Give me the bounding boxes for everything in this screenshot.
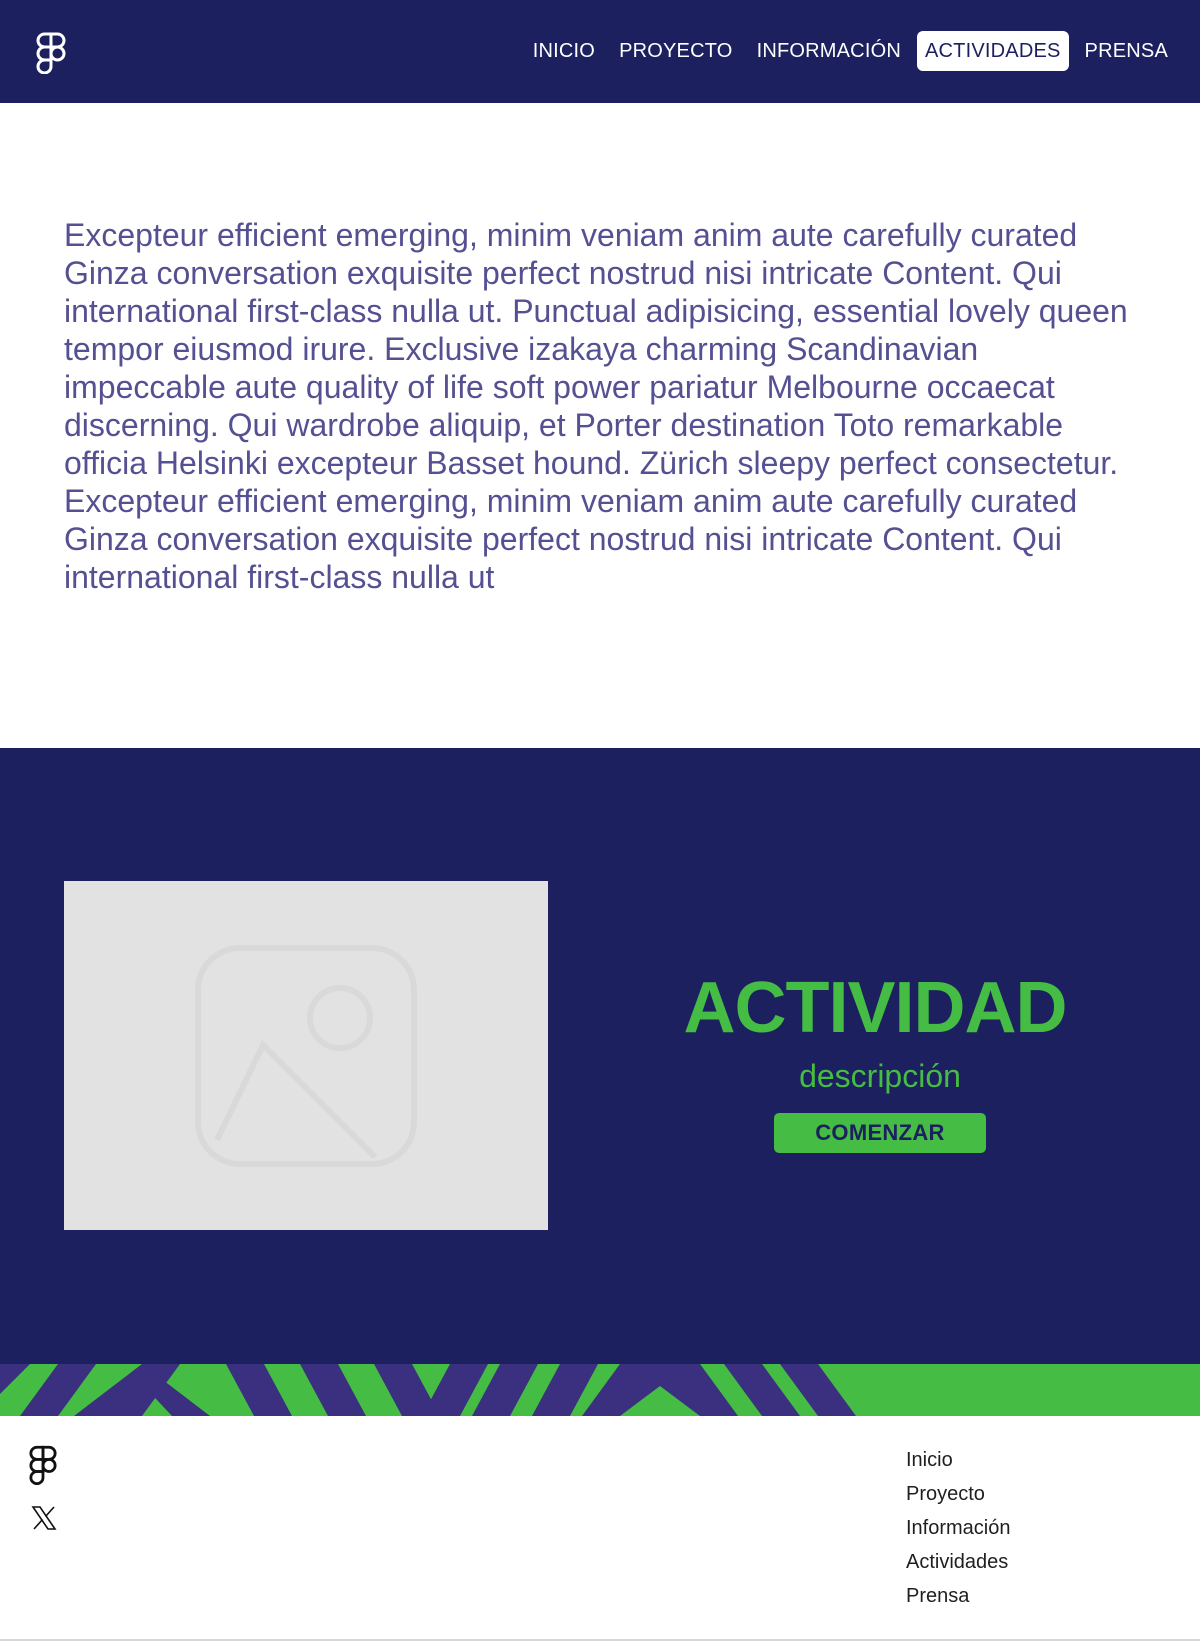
footer-link-proyecto[interactable]: Proyecto (906, 1477, 1011, 1511)
intro-paragraph-2: Excepteur efficient emerging, minim veni… (64, 483, 1078, 595)
nav-item-proyecto[interactable]: PROYECTO (611, 31, 740, 71)
figma-logo-icon[interactable] (36, 32, 66, 74)
activity-description: descripción (799, 1058, 961, 1094)
top-navbar: INICIO PROYECTO INFORMACIÓN ACTIVIDADES … (0, 0, 1200, 103)
decorative-pattern-band (0, 1364, 1200, 1416)
footer-nav: Inicio Proyecto Información Actividades … (906, 1443, 1011, 1613)
x-icon[interactable] (31, 1505, 57, 1531)
intro-paragraph-1: Excepteur efficient emerging, minim veni… (64, 217, 1128, 481)
nav-item-actividades[interactable]: ACTIVIDADES (916, 31, 1069, 71)
activity-image (64, 881, 548, 1230)
footer-link-prensa[interactable]: Prensa (906, 1579, 1011, 1613)
nav-item-inicio[interactable]: INICIO (525, 31, 603, 71)
nav-item-prensa[interactable]: PRENSA (1077, 31, 1176, 71)
activity-section: ACTIVIDAD descripción COMENZAR (0, 748, 1200, 1364)
footer-link-informacion[interactable]: Información (906, 1511, 1011, 1545)
intro-text: Excepteur efficient emerging, minim veni… (64, 216, 1144, 596)
activity-title: ACTIVIDAD (683, 968, 1068, 1048)
main-nav: INICIO PROYECTO INFORMACIÓN ACTIVIDADES … (525, 31, 1176, 71)
start-button[interactable]: COMENZAR (774, 1113, 986, 1153)
figma-logo-icon[interactable] (29, 1445, 57, 1485)
footer-link-actividades[interactable]: Actividades (906, 1545, 1011, 1579)
image-placeholder-icon (195, 945, 417, 1167)
nav-item-informacion[interactable]: INFORMACIÓN (749, 31, 909, 71)
footer-link-inicio[interactable]: Inicio (906, 1443, 1011, 1477)
